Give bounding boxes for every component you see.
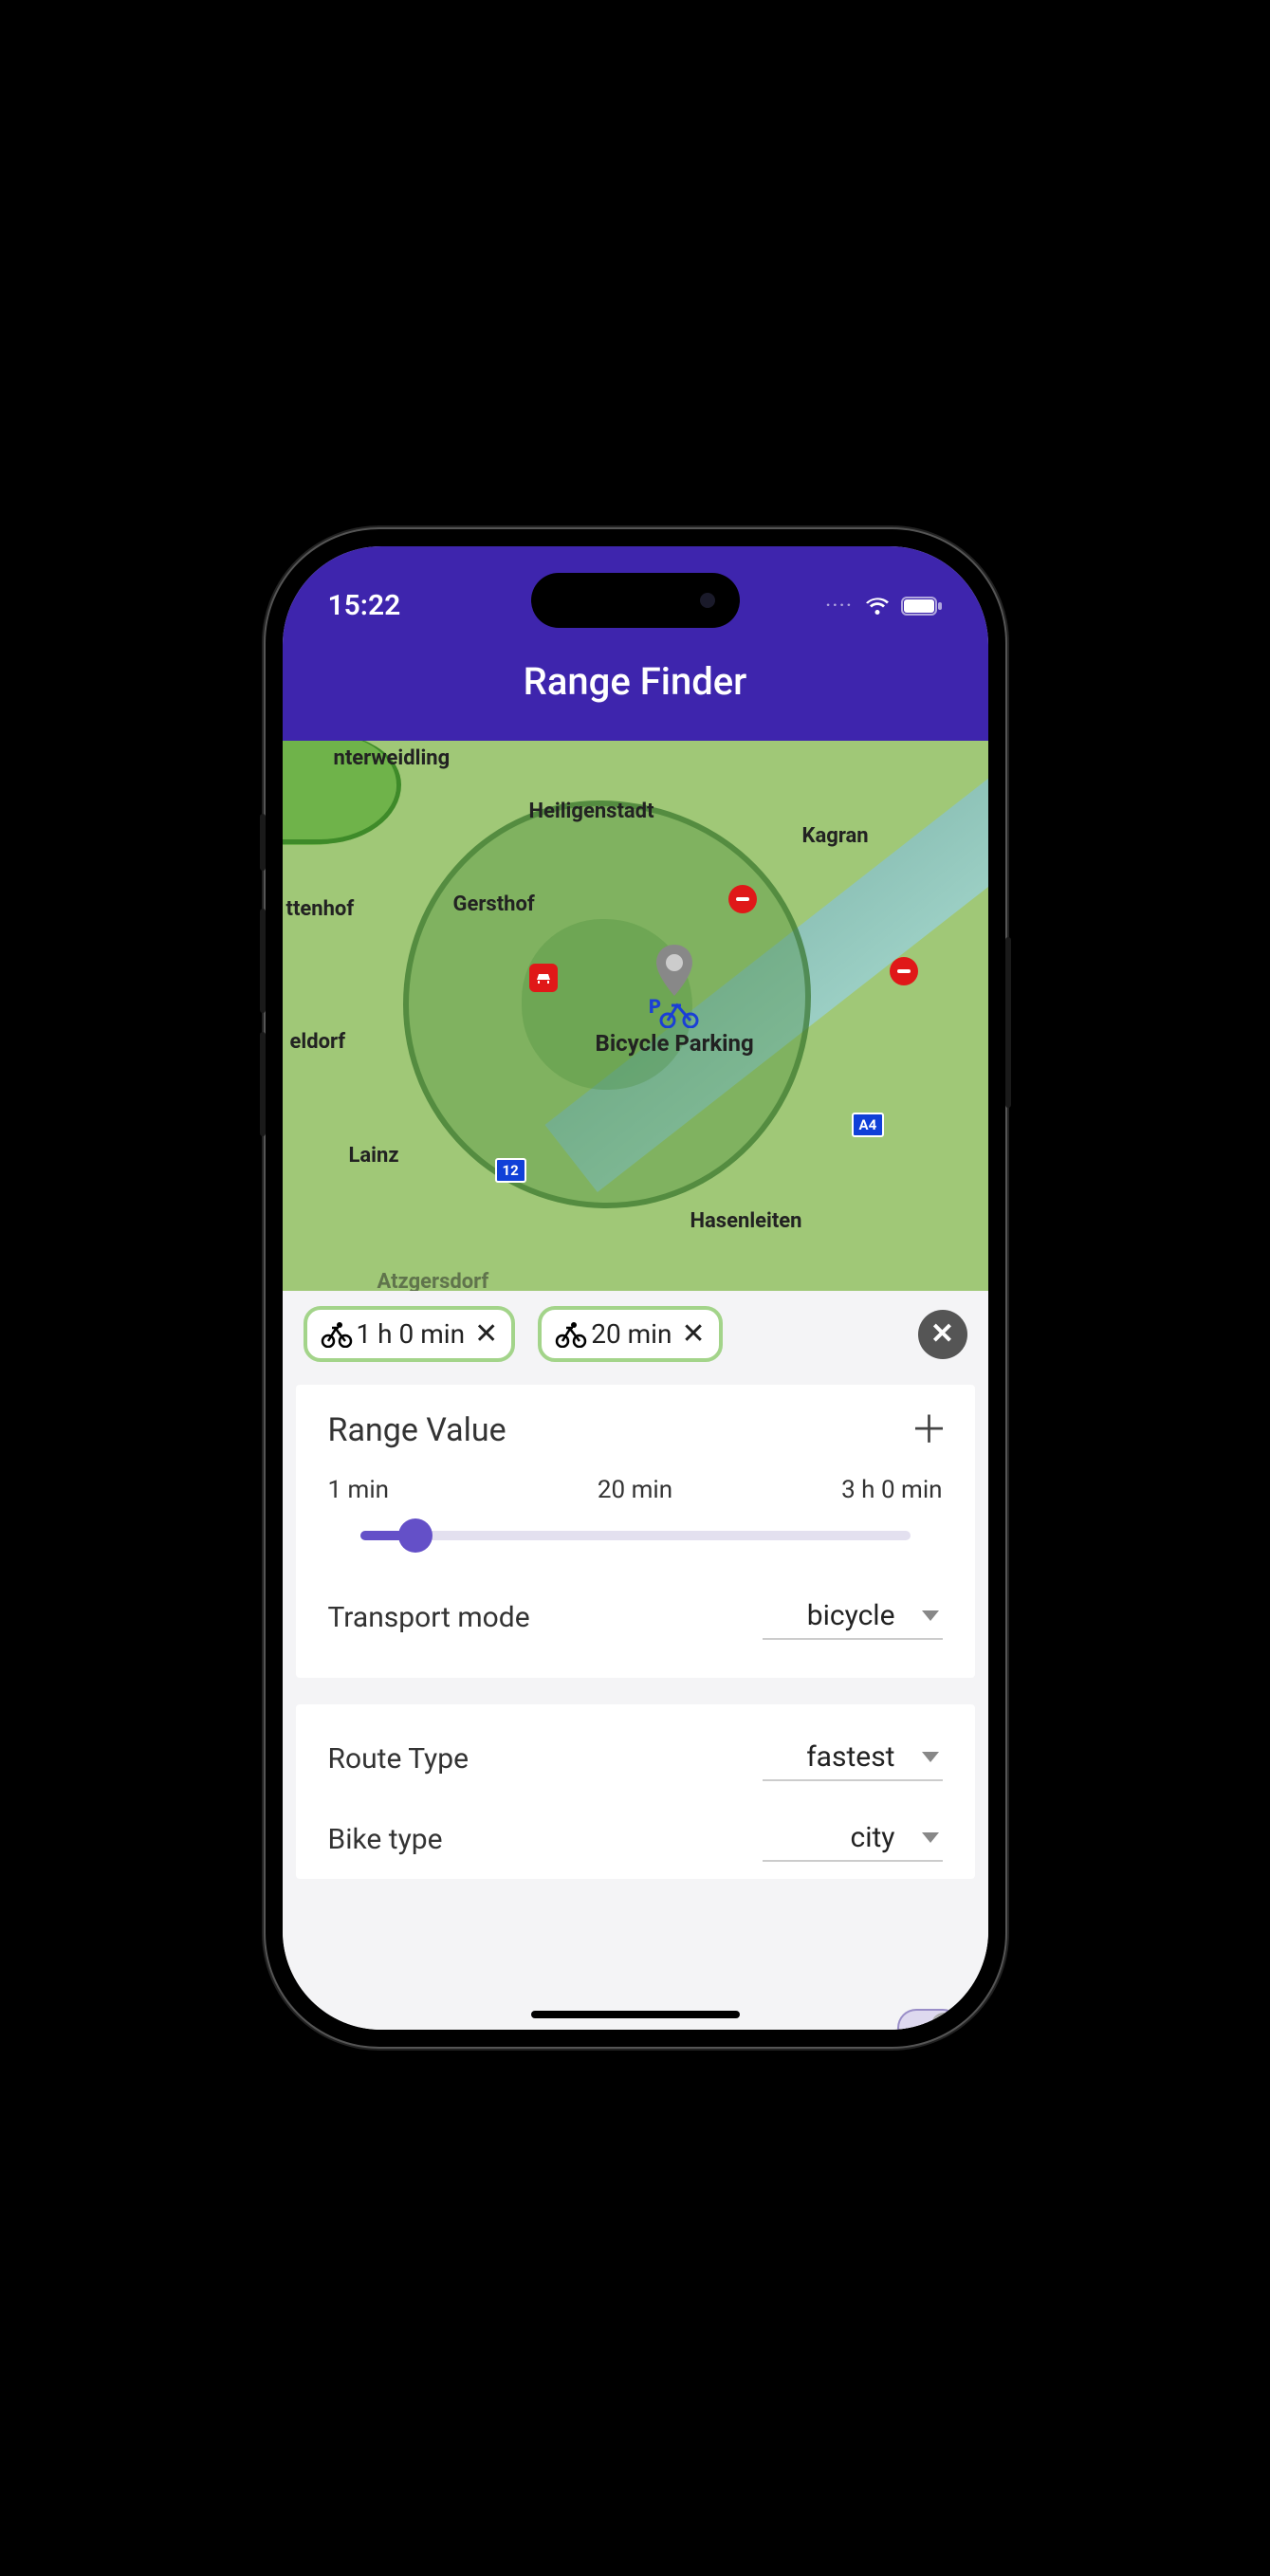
chevron-down-icon (922, 1832, 939, 1843)
map-label-nterweidling: nterweidling (334, 746, 451, 770)
map-label-heiligenstadt: Heiligenstadt (529, 800, 654, 823)
add-range-button[interactable]: ＋ (911, 1411, 948, 1449)
range-chip-2[interactable]: 20 min ✕ (538, 1306, 722, 1362)
chip-close-icon[interactable]: ✕ (681, 1317, 705, 1351)
battery-icon (901, 596, 943, 616)
road-badge-a4: A4 (852, 1113, 885, 1137)
bike-type-value: city (850, 1821, 894, 1854)
side-button-vol-down (260, 1032, 266, 1136)
bicycle-icon (321, 1321, 353, 1348)
map-label-atz: Atzgersdorf (377, 1270, 489, 1291)
close-panel-button[interactable]: ✕ (918, 1310, 967, 1359)
bicycle-parking-icon: P (649, 996, 700, 1028)
bike-type-label: Bike type (328, 1823, 443, 1856)
range-chip-2-label: 20 min (591, 1318, 672, 1350)
route-type-select[interactable]: fastest (763, 1737, 943, 1781)
home-indicator[interactable] (531, 2011, 740, 2018)
map-label-hasenleiten: Hasenleiten (690, 1209, 802, 1233)
toggle-switch-partial[interactable] (897, 2009, 962, 2030)
map-pin[interactable]: P Bicycle Parking (596, 945, 754, 1057)
app-header: Range Finder (283, 655, 988, 741)
wifi-icon (863, 596, 892, 616)
slider-max-label: 3 h 0 min (738, 1476, 943, 1504)
transport-mode-select[interactable]: bicycle (763, 1595, 943, 1640)
road-badge-12: 12 (495, 1158, 526, 1183)
slider-thumb[interactable] (398, 1518, 433, 1553)
pin-marker-icon (651, 945, 698, 1003)
signal-dots: ···· (825, 596, 853, 616)
range-slider[interactable] (360, 1531, 911, 1540)
side-button-power (1005, 937, 1011, 1108)
traffic-incident-icon[interactable] (529, 964, 558, 992)
side-button-vol-up (260, 909, 266, 1013)
transport-mode-label: Transport mode (328, 1601, 530, 1634)
map-label-lainz: Lainz (349, 1144, 399, 1168)
svg-text:P: P (649, 996, 661, 1018)
controls-panel: 1 h 0 min ✕ 20 min ✕ ✕ Range Value ＋ (283, 1291, 988, 2030)
chip-close-icon[interactable]: ✕ (474, 1317, 498, 1351)
map-label-gersthof: Gersthof (453, 892, 535, 916)
range-chips-row: 1 h 0 min ✕ 20 min ✕ ✕ (283, 1291, 988, 1377)
slider-min-label: 1 min (328, 1476, 533, 1504)
route-type-label: Route Type (328, 1742, 469, 1776)
range-chip-1[interactable]: 1 h 0 min ✕ (304, 1306, 516, 1362)
status-time: 15:22 (328, 589, 401, 622)
transport-mode-value: bicycle (807, 1599, 895, 1632)
map-label-ttenhof: ttenhof (286, 897, 355, 921)
map-label-kagran: Kagran (802, 824, 869, 848)
slider-value-label: 20 min (533, 1476, 738, 1504)
no-entry-icon[interactable] (728, 885, 757, 913)
map-label-eldorf: eldorf (290, 1030, 346, 1054)
dynamic-island (531, 573, 740, 628)
bike-type-select[interactable]: city (763, 1817, 943, 1862)
side-button-silence (260, 814, 266, 871)
range-value-card: Range Value ＋ 1 min 20 min 3 h 0 min Tra… (296, 1385, 975, 1678)
app-title: Range Finder (524, 659, 747, 704)
route-options-card: Route Type fastest Bike type city (296, 1704, 975, 1879)
range-value-title: Range Value (328, 1411, 506, 1449)
range-chip-1-label: 1 h 0 min (357, 1318, 466, 1350)
no-entry-icon-2[interactable] (890, 957, 918, 985)
bicycle-icon (555, 1321, 587, 1348)
chevron-down-icon (922, 1752, 939, 1762)
map-pin-label: Bicycle Parking (596, 1030, 754, 1057)
route-type-value: fastest (806, 1740, 894, 1774)
map-view[interactable]: nterweidling Heiligenstadt Kagran Gersth… (283, 741, 988, 1291)
phone-frame: 15:22 ···· Range Finder nterweidling (266, 529, 1005, 2047)
screen: 15:22 ···· Range Finder nterweidling (283, 546, 988, 2030)
close-icon: ✕ (930, 1317, 954, 1351)
chevron-down-icon (922, 1610, 939, 1621)
